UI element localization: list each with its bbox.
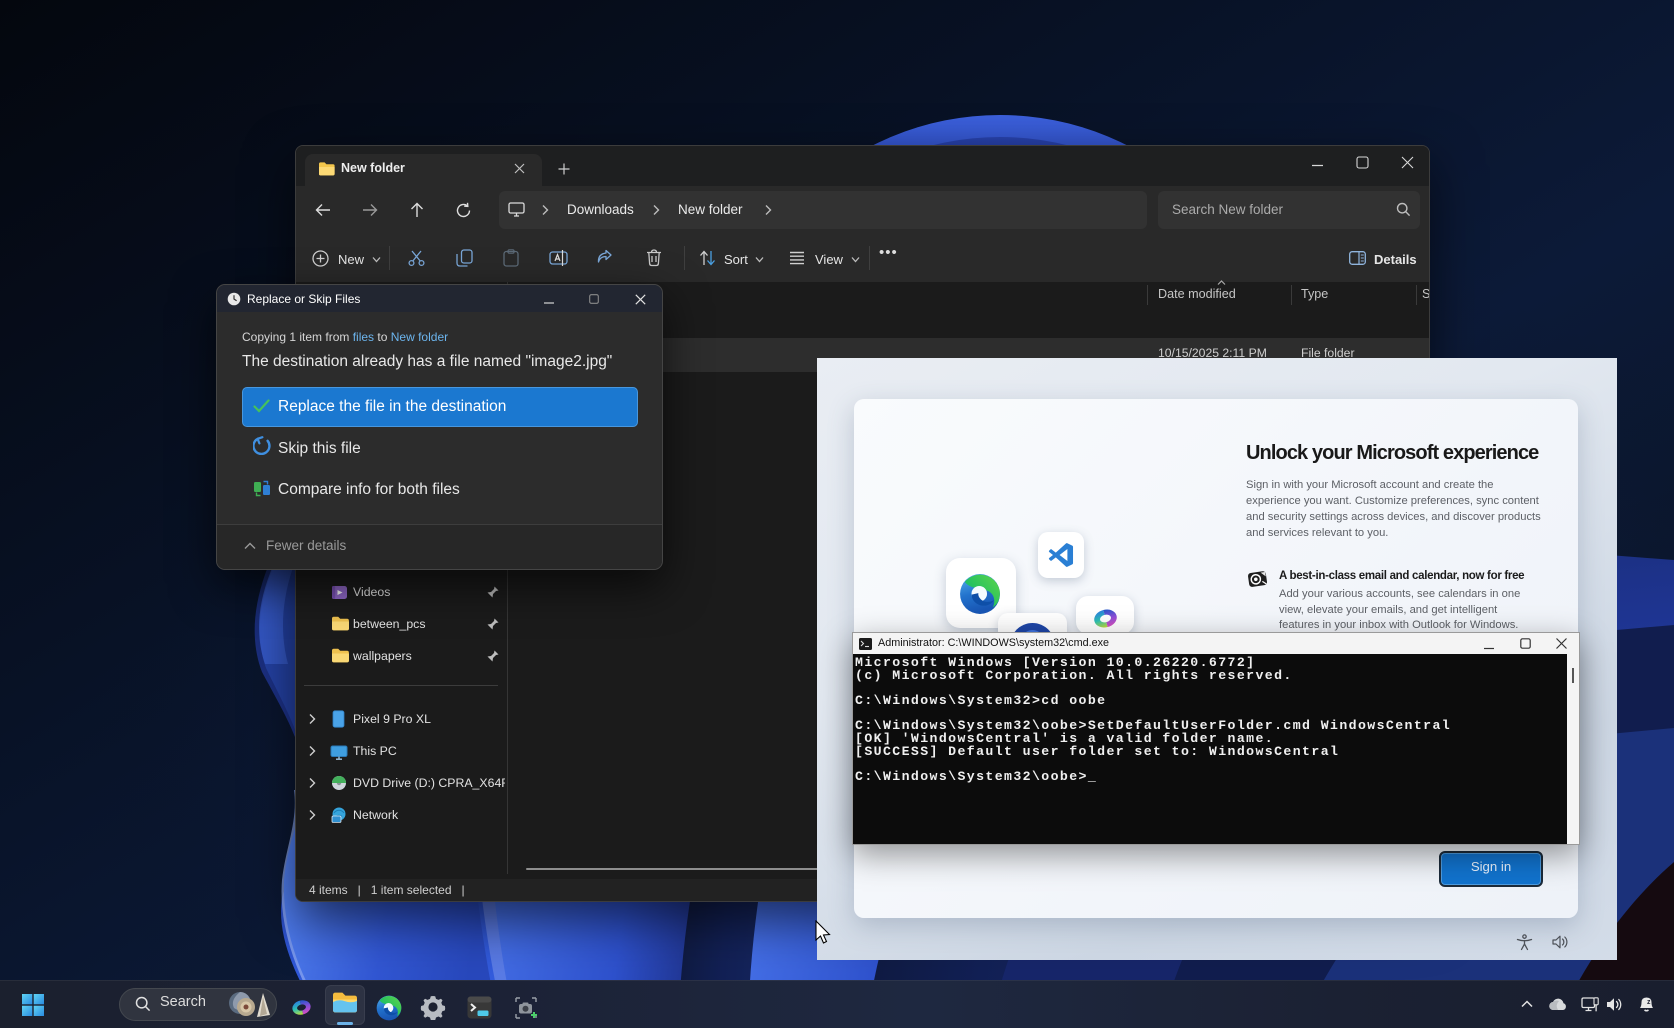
svg-text:z: z: [1647, 999, 1651, 1006]
